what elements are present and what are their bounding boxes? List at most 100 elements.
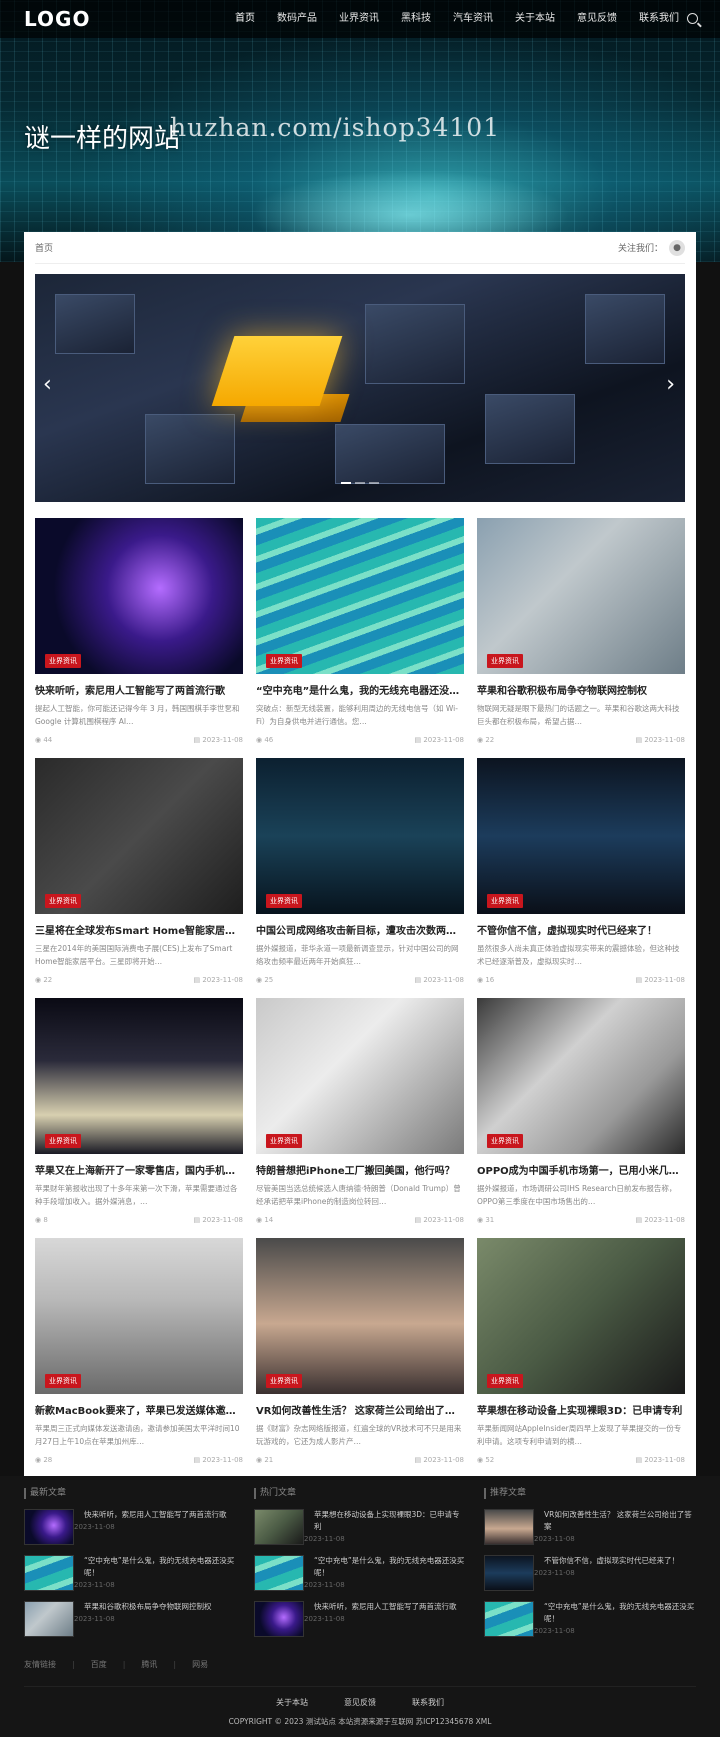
footer-article-title[interactable]: VR如何改善性生活？ 这家荷兰公司给出了答案 — [544, 1509, 696, 1533]
article-thumbnail[interactable]: 业界资讯 — [477, 998, 685, 1154]
link-item[interactable]: 百度 — [91, 1659, 107, 1670]
category-tag[interactable]: 业界资讯 — [487, 894, 523, 908]
category-tag[interactable]: 业界资讯 — [487, 654, 523, 668]
footer-article-item[interactable]: “空中充电”是什么鬼，我的无线充电器还没买呢！ 2023-11-08 — [24, 1555, 236, 1591]
footer-nav-feedback[interactable]: 意见反馈 — [344, 1697, 376, 1708]
article-card[interactable]: 业界资讯 VR如何改善性生活？ 这家荷兰公司给出了答案 据《财富》杂志网络版报道… — [256, 1238, 464, 1464]
footer-article-thumbnail[interactable] — [484, 1555, 534, 1591]
footer-article-thumbnail[interactable] — [254, 1509, 304, 1545]
chevron-right-icon[interactable]: › — [666, 374, 675, 396]
category-tag[interactable]: 业界资讯 — [45, 1134, 81, 1148]
category-tag[interactable]: 业界资讯 — [266, 1374, 302, 1388]
wechat-icon[interactable]: ● — [669, 239, 685, 256]
search-icon[interactable] — [687, 13, 698, 24]
footer-article-thumbnail[interactable] — [24, 1555, 74, 1591]
article-title[interactable]: 快来听听，索尼用人工智能写了两首流行歌 — [35, 682, 243, 697]
article-title[interactable]: 三星将在全球发布Smart Home智能家居平台 — [35, 922, 243, 937]
article-card[interactable]: 业界资讯 “空中充电”是什么鬼，我的无线充电器还没买呢！ 突破点：新型无线装置，… — [256, 518, 464, 744]
article-thumbnail[interactable]: 业界资讯 — [256, 758, 464, 914]
breadcrumb-home[interactable]: 首页 — [35, 241, 53, 254]
article-thumbnail[interactable]: 业界资讯 — [35, 758, 243, 914]
article-card[interactable]: 业界资讯 苹果想在移动设备上实现裸眼3D：已申请专利 苹果新闻网站AppleIn… — [477, 1238, 685, 1464]
footer-article-title[interactable]: 苹果和谷歌积极布局争夺物联网控制权 — [84, 1601, 212, 1613]
footer-article-thumbnail[interactable] — [24, 1509, 74, 1545]
footer-article-title[interactable]: “空中充电”是什么鬼，我的无线充电器还没买呢！ — [544, 1601, 696, 1625]
article-card[interactable]: 业界资讯 快来听听，索尼用人工智能写了两首流行歌 提起人工智能，你可能还记得今年… — [35, 518, 243, 744]
article-title[interactable]: 苹果和谷歌积极布局争夺物联网控制权 — [477, 682, 685, 697]
footer-article-item[interactable]: “空中充电”是什么鬼，我的无线充电器还没买呢！ 2023-11-08 — [254, 1555, 466, 1591]
footer-article-item[interactable]: 不管你信不信，虚拟现实时代已经来了！ 2023-11-08 — [484, 1555, 696, 1591]
slider-dot[interactable] — [355, 482, 365, 484]
article-thumbnail[interactable]: 业界资讯 — [35, 518, 243, 674]
category-tag[interactable]: 业界资讯 — [45, 1374, 81, 1388]
footer-article-thumbnail[interactable] — [484, 1601, 534, 1637]
footer-article-item[interactable]: VR如何改善性生活？ 这家荷兰公司给出了答案 2023-11-08 — [484, 1509, 696, 1545]
article-title[interactable]: 中国公司成网络攻击新目标，遭攻击次数两年暴增… — [256, 922, 464, 937]
footer-article-thumbnail[interactable] — [254, 1555, 304, 1591]
article-thumbnail[interactable]: 业界资讯 — [35, 1238, 243, 1394]
nav-home[interactable]: 首页 — [224, 0, 266, 38]
article-card[interactable]: 业界资讯 不管你信不信，虚拟现实时代已经来了！ 虽然很多人尚未真正体验虚拟现实带… — [477, 758, 685, 984]
category-tag[interactable]: 业界资讯 — [45, 894, 81, 908]
footer-article-thumbnail[interactable] — [484, 1509, 534, 1545]
footer-article-thumbnail[interactable] — [254, 1601, 304, 1637]
article-title[interactable]: 特朗普想把iPhone工厂搬回美国，他行吗？ — [256, 1162, 464, 1177]
article-thumbnail[interactable]: 业界资讯 — [256, 1238, 464, 1394]
article-card[interactable]: 业界资讯 三星将在全球发布Smart Home智能家居平台 三星在2014年的美… — [35, 758, 243, 984]
footer-article-item[interactable]: 快来听听，索尼用人工智能写了两首流行歌 2023-11-08 — [254, 1601, 466, 1637]
footer-article-item[interactable]: 苹果想在移动设备上实现裸眼3D：已申请专利 2023-11-08 — [254, 1509, 466, 1545]
category-tag[interactable]: 业界资讯 — [487, 1134, 523, 1148]
slider-dot[interactable] — [341, 482, 351, 484]
article-card[interactable]: 业界资讯 特朗普想把iPhone工厂搬回美国，他行吗？ 尽管美国当选总统候选人唐… — [256, 998, 464, 1224]
footer-article-item[interactable]: 苹果和谷歌积极布局争夺物联网控制权 2023-11-08 — [24, 1601, 236, 1637]
article-card[interactable]: 业界资讯 苹果和谷歌积极布局争夺物联网控制权 物联网无疑是眼下最热门的话题之一。… — [477, 518, 685, 744]
site-logo[interactable]: LOGO — [24, 7, 204, 31]
slider-dot[interactable] — [369, 482, 379, 484]
slider-shape — [335, 424, 445, 484]
footer-article-title[interactable]: 快来听听，索尼用人工智能写了两首流行歌 — [84, 1509, 227, 1521]
nav-tech[interactable]: 黑科技 — [390, 0, 442, 38]
footer-article-title[interactable]: 苹果想在移动设备上实现裸眼3D：已申请专利 — [314, 1509, 466, 1533]
category-tag[interactable]: 业界资讯 — [266, 654, 302, 668]
article-card[interactable]: 业界资讯 苹果又在上海新开了一家零售店，国内手机线下争… 苹果财年第报收出现了十… — [35, 998, 243, 1224]
category-tag[interactable]: 业界资讯 — [266, 894, 302, 908]
article-thumbnail[interactable]: 业界资讯 — [256, 518, 464, 674]
footer-article-title[interactable]: 快来听听，索尼用人工智能写了两首流行歌 — [314, 1601, 457, 1613]
footer-nav-contact[interactable]: 联系我们 — [412, 1697, 444, 1708]
article-thumbnail[interactable]: 业界资讯 — [477, 518, 685, 674]
nav-auto[interactable]: 汽车资讯 — [442, 0, 504, 38]
article-title[interactable]: OPPO成为中国手机市场第一，已用小米几条街 — [477, 1162, 685, 1177]
link-item[interactable]: 腾讯 — [141, 1659, 157, 1670]
nav-feedback[interactable]: 意见反馈 — [566, 0, 628, 38]
footer-article-thumbnail[interactable] — [24, 1601, 74, 1637]
article-title[interactable]: 苹果想在移动设备上实现裸眼3D：已申请专利 — [477, 1402, 685, 1417]
category-tag[interactable]: 业界资讯 — [487, 1374, 523, 1388]
article-thumbnail[interactable]: 业界资讯 — [256, 998, 464, 1154]
footer-article-item[interactable]: “空中充电”是什么鬼，我的无线充电器还没买呢！ 2023-11-08 — [484, 1601, 696, 1637]
article-thumbnail[interactable]: 业界资讯 — [477, 1238, 685, 1394]
article-title[interactable]: VR如何改善性生活？ 这家荷兰公司给出了答案 — [256, 1402, 464, 1417]
article-card[interactable]: 业界资讯 新款MacBook要来了，苹果已发送媒体邀请函 苹果周三正式向媒体发送… — [35, 1238, 243, 1464]
footer-article-item[interactable]: 快来听听，索尼用人工智能写了两首流行歌 2023-11-08 — [24, 1509, 236, 1545]
image-slider[interactable]: ‹ › — [35, 274, 685, 502]
nav-digital[interactable]: 数码产品 — [266, 0, 328, 38]
footer-article-title[interactable]: “空中充电”是什么鬼，我的无线充电器还没买呢！ — [314, 1555, 466, 1579]
footer-article-title[interactable]: “空中充电”是什么鬼，我的无线充电器还没买呢！ — [84, 1555, 236, 1579]
article-title[interactable]: “空中充电”是什么鬼，我的无线充电器还没买呢！ — [256, 682, 464, 697]
footer-nav-about[interactable]: 关于本站 — [276, 1697, 308, 1708]
category-tag[interactable]: 业界资讯 — [45, 654, 81, 668]
article-card[interactable]: 业界资讯 OPPO成为中国手机市场第一，已用小米几条街 据外媒报道，市场调研公司… — [477, 998, 685, 1224]
article-card[interactable]: 业界资讯 中国公司成网络攻击新目标，遭攻击次数两年暴增… 据外媒报道，菲华永道一… — [256, 758, 464, 984]
footer-article-title[interactable]: 不管你信不信，虚拟现实时代已经来了！ — [544, 1555, 679, 1567]
link-item[interactable]: 网易 — [192, 1659, 208, 1670]
article-title[interactable]: 苹果又在上海新开了一家零售店，国内手机线下争… — [35, 1162, 243, 1177]
chevron-left-icon[interactable]: ‹ — [43, 374, 52, 396]
nav-about[interactable]: 关于本站 — [504, 0, 566, 38]
nav-contact[interactable]: 联系我们 — [628, 0, 690, 38]
article-thumbnail[interactable]: 业界资讯 — [477, 758, 685, 914]
article-thumbnail[interactable]: 业界资讯 — [35, 998, 243, 1154]
article-title[interactable]: 不管你信不信，虚拟现实时代已经来了！ — [477, 922, 685, 937]
nav-industry[interactable]: 业界资讯 — [328, 0, 390, 38]
category-tag[interactable]: 业界资讯 — [266, 1134, 302, 1148]
article-title[interactable]: 新款MacBook要来了，苹果已发送媒体邀请函 — [35, 1402, 243, 1417]
